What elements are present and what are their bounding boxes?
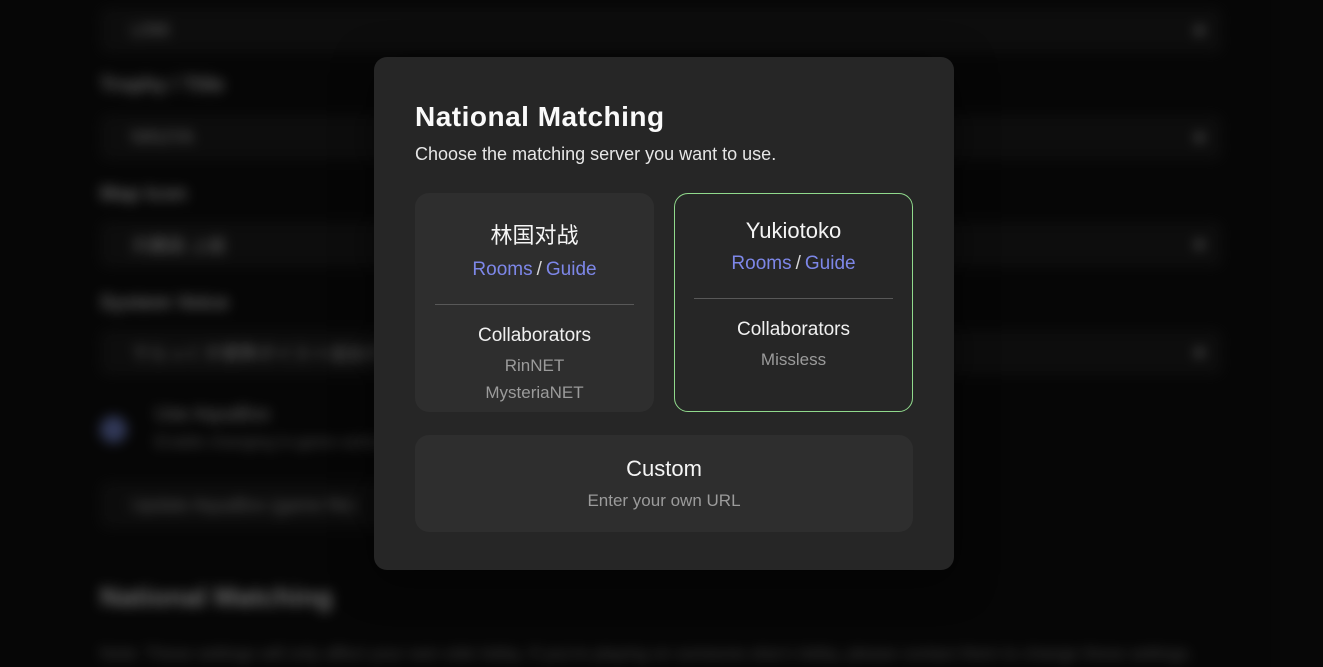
link-separator: / (792, 253, 805, 274)
server-options-row: 林国对战 Rooms/Guide Collaborators RinNET My… (415, 193, 913, 412)
dialog-subtitle: Choose the matching server you want to u… (415, 144, 913, 165)
national-matching-dialog: National Matching Choose the matching se… (374, 57, 954, 570)
collaborator: RinNET (416, 352, 653, 379)
custom-card-subtitle: Enter your own URL (587, 491, 740, 511)
server-links: Rooms/Guide (675, 253, 912, 275)
custom-card-title: Custom (626, 456, 702, 482)
rooms-link[interactable]: Rooms (472, 259, 532, 280)
custom-server-card[interactable]: Custom Enter your own URL (415, 435, 913, 532)
server-links: Rooms/Guide (416, 259, 653, 281)
server-card-linguo[interactable]: 林国对战 Rooms/Guide Collaborators RinNET My… (415, 193, 654, 412)
dialog-title: National Matching (415, 101, 913, 133)
link-separator: / (533, 259, 546, 280)
server-card-yukiotoko[interactable]: Yukiotoko Rooms/Guide Collaborators Miss… (674, 193, 913, 412)
collaborators-list: Missless (675, 346, 912, 373)
guide-link[interactable]: Guide (805, 253, 856, 274)
server-name: Yukiotoko (675, 218, 912, 244)
settings-page: LINK Trophy / Title NINJYA Map Icon 天覇図 … (0, 0, 1323, 667)
guide-link[interactable]: Guide (546, 259, 597, 280)
card-divider (435, 304, 634, 305)
collaborators-list: RinNET MysteriaNET (416, 352, 653, 406)
rooms-link[interactable]: Rooms (731, 253, 791, 274)
collaborators-heading: Collaborators (675, 319, 912, 341)
collaborator: MysteriaNET (416, 379, 653, 406)
collaborators-heading: Collaborators (416, 325, 653, 347)
server-name: 林国对战 (416, 218, 653, 250)
card-divider (694, 298, 893, 299)
collaborator: Missless (675, 346, 912, 373)
